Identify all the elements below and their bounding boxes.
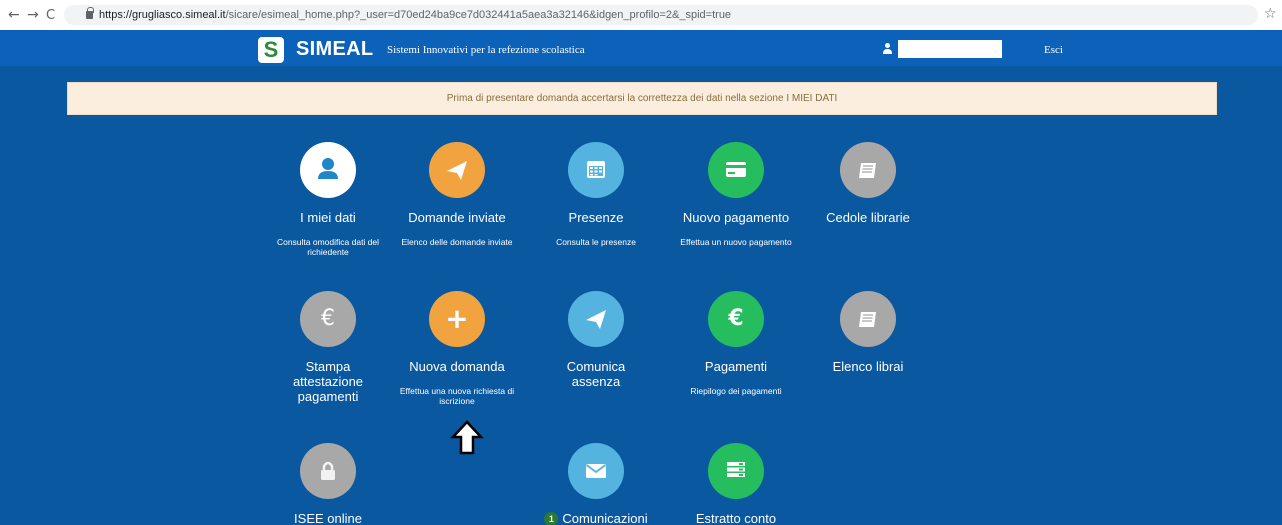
book-icon	[859, 312, 876, 327]
user-icon	[883, 43, 892, 54]
euro-icon: €	[728, 306, 744, 331]
tile-circle[interactable]	[300, 142, 356, 198]
calendar-icon	[587, 161, 605, 178]
tile-circle[interactable]	[708, 142, 764, 198]
user-name-field	[898, 40, 1002, 58]
tile-title[interactable]: Pagamenti	[666, 359, 806, 374]
tile-circle[interactable]	[568, 443, 624, 499]
tile-title[interactable]: Cedole librarie	[798, 210, 938, 225]
arrow-up-icon	[450, 420, 484, 455]
user-icon	[318, 158, 338, 179]
tile-circle[interactable]	[429, 142, 485, 198]
list-icon	[727, 462, 745, 477]
tile-title[interactable]: I miei dati	[258, 210, 398, 225]
lock-icon	[321, 461, 335, 480]
tile-title[interactable]: Domande inviate	[387, 210, 527, 225]
tile-description: Effettua una nuova richiesta di iscrizio…	[399, 386, 515, 406]
envelope-icon	[585, 464, 607, 478]
tile-title[interactable]: Nuova domanda	[387, 359, 527, 374]
tile-title[interactable]: Presenze	[526, 210, 666, 225]
tile-circle[interactable]	[840, 142, 896, 198]
tile-title[interactable]: Estratto conto	[666, 511, 806, 525]
credit-card-icon	[726, 162, 746, 177]
lock-icon	[86, 7, 94, 19]
tile-circle[interactable]	[840, 291, 896, 347]
brand-name[interactable]: SIMEAL	[296, 38, 373, 61]
url-text[interactable]: https://grugliasco.simeal.it/sicare/esim…	[99, 9, 731, 21]
tile-circle[interactable]: €	[708, 291, 764, 347]
tile-description: Consulta omodifica dati del richiedente	[276, 237, 380, 257]
app-header	[0, 30, 1282, 66]
tile-title[interactable]: Nuovo pagamento	[666, 210, 806, 225]
bookmark-star-icon[interactable]: ☆	[1264, 6, 1277, 22]
tile-circle[interactable]	[300, 443, 356, 499]
tile-description: Consulta le presenze	[556, 237, 636, 247]
tile-title[interactable]: 1 Comunicazioni	[526, 511, 666, 525]
tile-description: Riepilogo dei pagamenti	[690, 386, 782, 396]
logout-link[interactable]: Esci	[1044, 44, 1063, 56]
tile-circle[interactable]: €	[300, 291, 356, 347]
tile-title[interactable]: ISEE online	[258, 511, 398, 525]
simeal-logo-icon[interactable]	[258, 37, 284, 63]
browser-toolbar: ← → C https://grugliasco.simeal.it/sicar…	[0, 0, 1282, 30]
book-icon	[859, 163, 876, 178]
plus-icon: +	[445, 302, 469, 335]
tile-title[interactable]: Comunica assenza	[556, 359, 636, 389]
reload-icon[interactable]: C	[46, 8, 55, 23]
brand-tagline: Sistemi Innovativi per la refezione scol…	[387, 44, 585, 56]
unread-count-badge: 1	[544, 512, 559, 525]
back-icon[interactable]: ←	[8, 7, 20, 23]
tile-title-text[interactable]: Comunicazioni	[562, 511, 647, 525]
tile-description: Elenco delle domande inviate	[401, 237, 513, 247]
euro-icon: €	[321, 306, 335, 331]
tile-description: Effettua un nuovo pagamento	[680, 237, 792, 247]
tile-circle[interactable]	[568, 142, 624, 198]
tile-circle[interactable]	[568, 291, 624, 347]
notice-banner: Prima di presentare domanda accertarsi l…	[67, 82, 1217, 115]
paper-plane-icon	[447, 161, 467, 180]
forward-icon[interactable]: →	[27, 7, 39, 23]
tile-title[interactable]: Elenco librai	[798, 359, 938, 374]
tile-circle[interactable]	[708, 443, 764, 499]
tile-circle[interactable]: +	[429, 291, 485, 347]
tile-title[interactable]: Stampa attestazione pagamenti	[288, 359, 368, 404]
paper-plane-icon	[586, 310, 606, 329]
